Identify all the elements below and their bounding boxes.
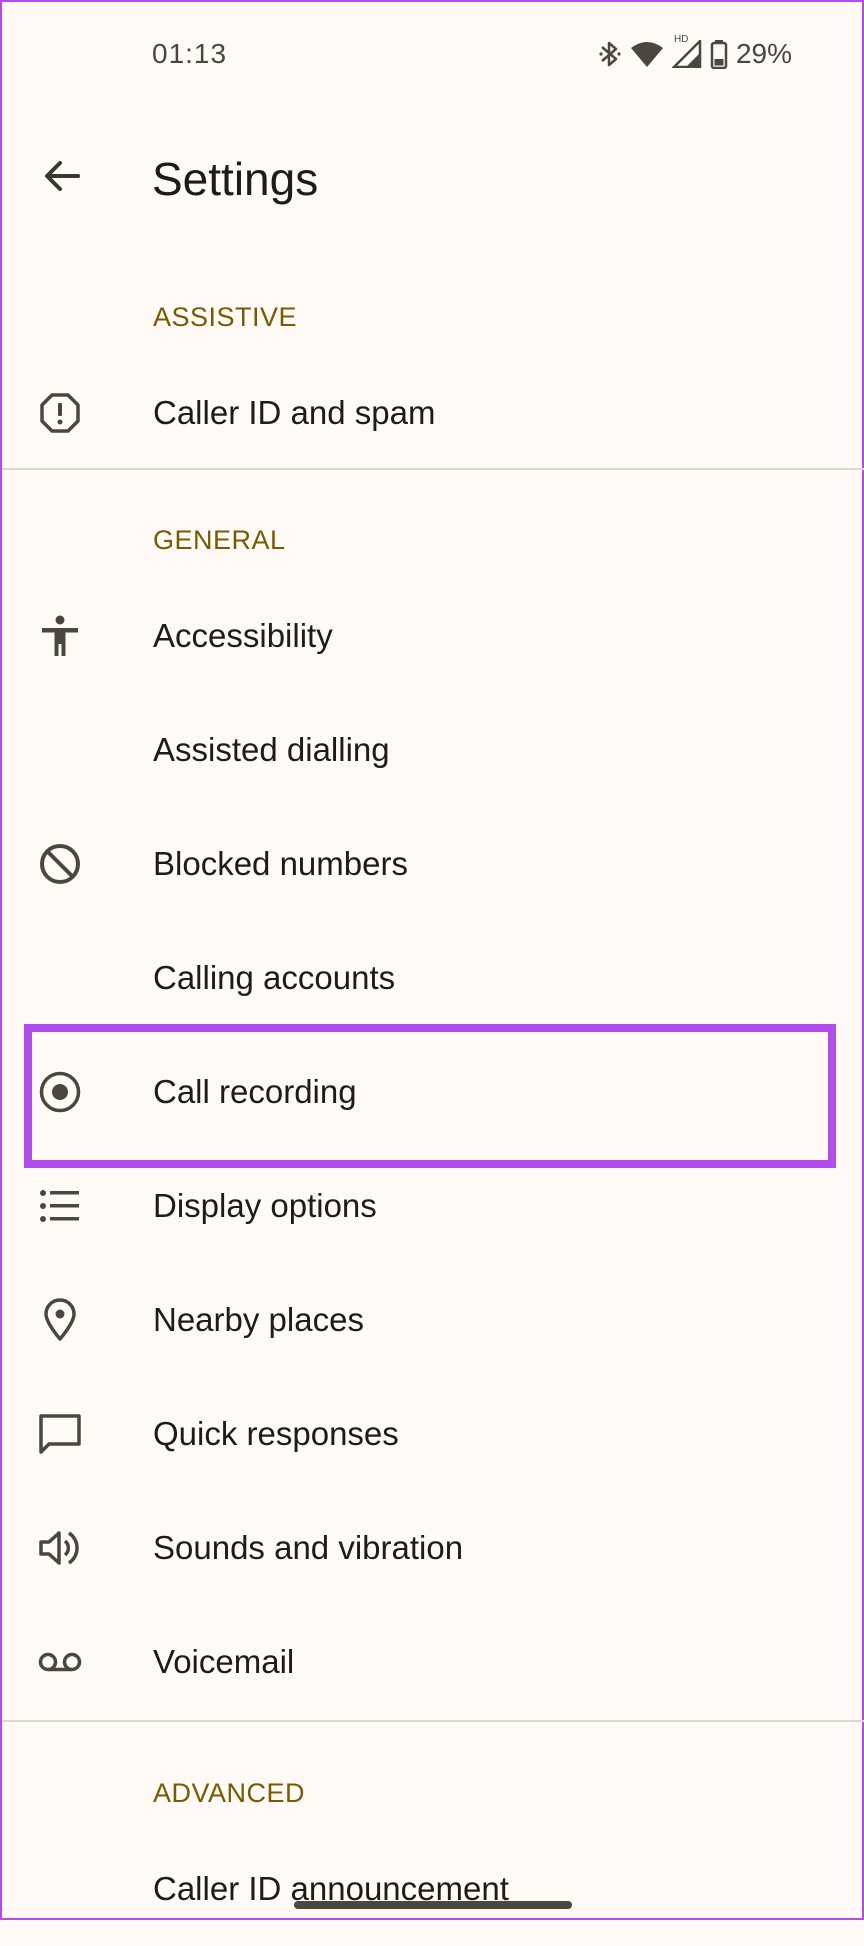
status-icons: HD 29% — [598, 34, 792, 70]
page-title: Settings — [152, 153, 319, 205]
settings-item-label: Display options — [153, 1187, 377, 1224]
settings-item-label: Quick responses — [153, 1415, 399, 1452]
home-gesture-bar[interactable] — [294, 1901, 572, 1909]
settings-item-label: Sounds and vibration — [153, 1529, 464, 1566]
settings-item-quick-responses[interactable]: Quick responses — [2, 1377, 864, 1491]
settings-item-calling-accounts[interactable]: Calling accounts — [2, 921, 864, 1035]
settings-item-label: Voicemail — [153, 1643, 295, 1680]
spam-warning-icon — [32, 385, 88, 441]
chat-bubble-icon — [32, 1406, 88, 1462]
back-button[interactable] — [32, 148, 92, 208]
bluetooth-icon — [598, 39, 622, 69]
settings-item-label: Blocked numbers — [153, 845, 408, 882]
settings-item-accessibility[interactable]: Accessibility — [2, 579, 864, 693]
block-icon — [32, 836, 88, 892]
settings-item-voicemail[interactable]: Voicemail — [2, 1605, 864, 1719]
location-pin-icon — [32, 1292, 88, 1348]
settings-item-sounds-vibration[interactable]: Sounds and vibration — [2, 1491, 864, 1605]
settings-item-assisted-dialling[interactable]: Assisted dialling — [2, 693, 864, 807]
section-divider — [2, 468, 864, 470]
section-divider — [2, 1720, 864, 1722]
settings-item-label: Calling accounts — [153, 959, 396, 996]
battery-icon — [710, 39, 728, 69]
speaker-icon — [32, 1520, 88, 1576]
highlight-box — [24, 1024, 836, 1168]
settings-item-label: Assisted dialling — [153, 731, 390, 768]
settings-item-blocked-numbers[interactable]: Blocked numbers — [2, 807, 864, 921]
network-badge: HD — [673, 34, 689, 45]
section-header-assistive: ASSISTIVE — [153, 302, 298, 332]
settings-item-nearby-places[interactable]: Nearby places — [2, 1263, 864, 1377]
arrow-left-icon — [42, 156, 82, 201]
accessibility-icon — [32, 608, 88, 664]
settings-item-caller-id-announcement[interactable]: Caller ID announcement — [2, 1832, 864, 1946]
section-header-general: GENERAL — [153, 525, 286, 555]
voicemail-icon — [32, 1634, 88, 1690]
battery-percent: 29% — [735, 38, 792, 69]
status-time: 01:13 — [152, 38, 228, 69]
settings-item-label: Accessibility — [153, 617, 333, 654]
signal-icon: HD — [671, 34, 702, 68]
section-header-advanced: ADVANCED — [153, 1778, 306, 1808]
settings-item-label: Nearby places — [153, 1301, 364, 1338]
wifi-icon — [630, 40, 664, 68]
list-icon — [32, 1178, 88, 1234]
settings-item-label: Caller ID and spam — [153, 394, 436, 431]
settings-item-caller-id-spam[interactable]: Caller ID and spam — [2, 356, 864, 470]
